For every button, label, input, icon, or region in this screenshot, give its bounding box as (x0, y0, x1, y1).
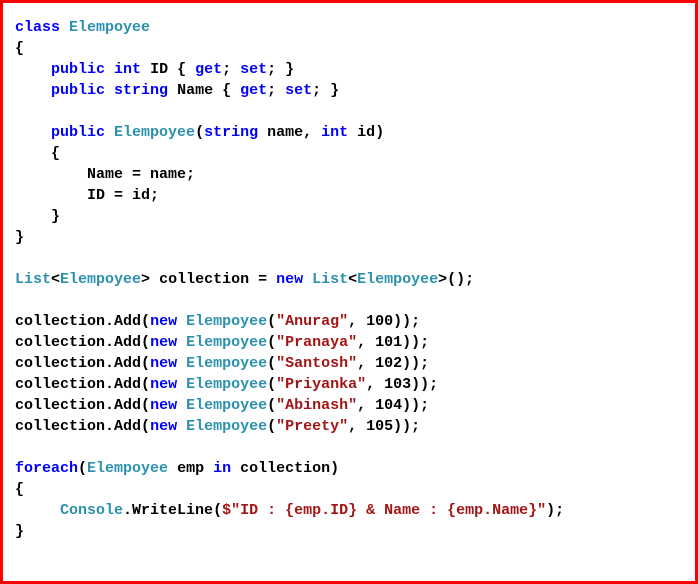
emp3-name: "Santosh" (276, 355, 357, 372)
type-elempoyee: Elempoyee (69, 19, 150, 36)
emp6-id: 105 (366, 418, 393, 435)
type-elempoyee: Elempoyee (186, 313, 267, 330)
prop-id: ID (150, 61, 168, 78)
method-add: Add (114, 334, 141, 351)
keyword-new: new (150, 334, 177, 351)
emp1-id: 100 (366, 313, 393, 330)
assign-id: ID = id; (87, 187, 159, 204)
var-collection: collection (15, 334, 105, 351)
type-elempoyee: Elempoyee (186, 376, 267, 393)
type-console: Console (60, 502, 123, 519)
method-add: Add (114, 397, 141, 414)
keyword-public: public (51, 124, 105, 141)
keyword-new: new (276, 271, 303, 288)
var-collection: collection (15, 355, 105, 372)
type-elempoyee: Elempoyee (186, 355, 267, 372)
param-name: name (267, 124, 303, 141)
ctor-name: Elempoyee (114, 124, 195, 141)
emp5-id: 104 (375, 397, 402, 414)
keyword-foreach: foreach (15, 460, 78, 477)
keyword-int: int (321, 124, 348, 141)
type-elempoyee: Elempoyee (186, 334, 267, 351)
keyword-set: set (240, 61, 267, 78)
code-block: class Elempoyee { public int ID { get; s… (0, 0, 698, 584)
keyword-int: int (114, 61, 141, 78)
type-elempoyee: Elempoyee (186, 397, 267, 414)
prop-name: Name (177, 82, 213, 99)
emp2-name: "Pranaya" (276, 334, 357, 351)
emp2-id: 101 (375, 334, 402, 351)
var-collection: collection (15, 313, 105, 330)
emp3-id: 102 (375, 355, 402, 372)
keyword-new: new (150, 376, 177, 393)
keyword-new: new (150, 397, 177, 414)
keyword-class: class (15, 19, 60, 36)
assign-name: Name = name; (87, 166, 195, 183)
type-elempoyee: Elempoyee (357, 271, 438, 288)
keyword-string: string (114, 82, 168, 99)
keyword-get: get (240, 82, 267, 99)
type-list: List (312, 271, 348, 288)
keyword-get: get (195, 61, 222, 78)
emp1-name: "Anurag" (276, 313, 348, 330)
keyword-new: new (150, 355, 177, 372)
var-collection: collection (15, 376, 105, 393)
keyword-string: string (204, 124, 258, 141)
method-writeline: WriteLine (132, 502, 213, 519)
keyword-public: public (51, 82, 105, 99)
type-elempoyee: Elempoyee (60, 271, 141, 288)
type-elempoyee: Elempoyee (87, 460, 168, 477)
var-emp: emp (177, 460, 204, 477)
keyword-new: new (150, 313, 177, 330)
type-list: List (15, 271, 51, 288)
emp4-id: 103 (384, 376, 411, 393)
keyword-new: new (150, 418, 177, 435)
method-add: Add (114, 376, 141, 393)
keyword-public: public (51, 61, 105, 78)
method-add: Add (114, 355, 141, 372)
method-add: Add (114, 418, 141, 435)
var-collection: collection (159, 271, 249, 288)
keyword-in: in (213, 460, 231, 477)
param-id: id (357, 124, 375, 141)
var-collection: collection (240, 460, 330, 477)
var-collection: collection (15, 418, 105, 435)
type-elempoyee: Elempoyee (186, 418, 267, 435)
method-add: Add (114, 313, 141, 330)
emp5-name: "Abinash" (276, 397, 357, 414)
emp6-name: "Preety" (276, 418, 348, 435)
keyword-set: set (285, 82, 312, 99)
writeline-str: $"ID : {emp.ID} & Name : {emp.Name}" (222, 502, 546, 519)
var-collection: collection (15, 397, 105, 414)
emp4-name: "Priyanka" (276, 376, 366, 393)
